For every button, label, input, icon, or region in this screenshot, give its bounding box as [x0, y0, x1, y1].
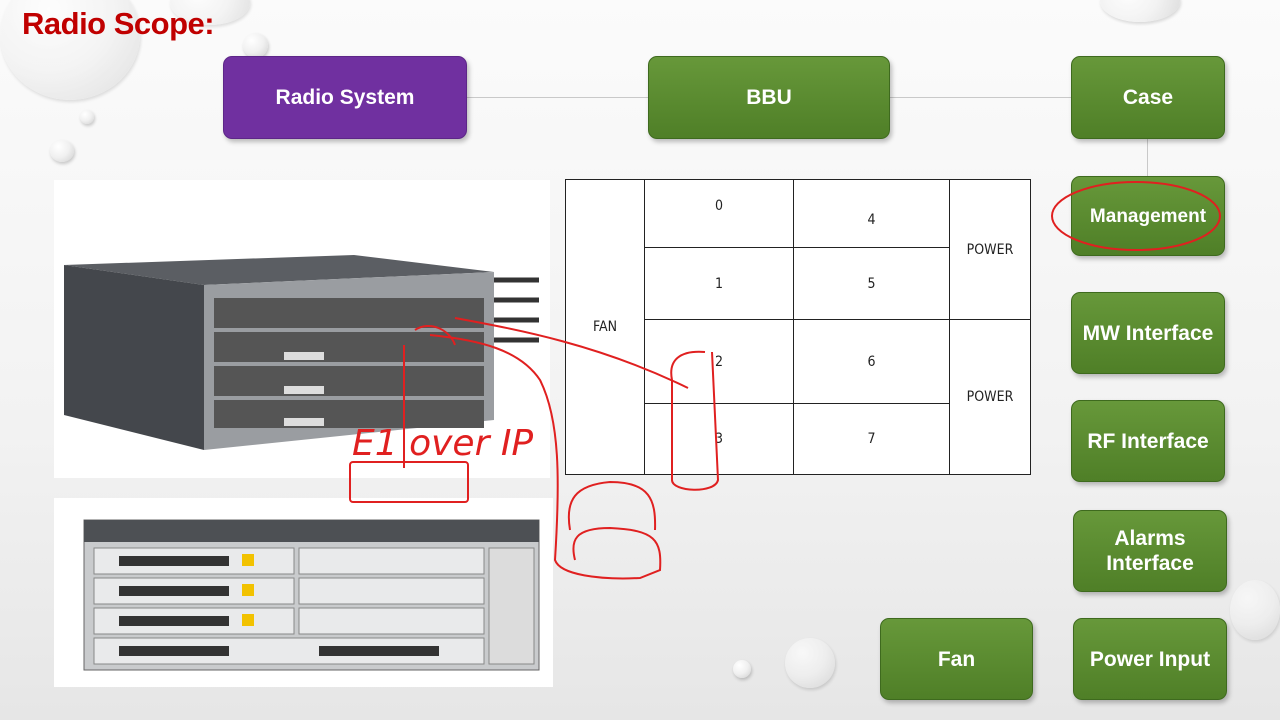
slot-3: 3 [644, 403, 794, 475]
water-drop-decoration [733, 660, 751, 678]
water-drop-decoration [243, 33, 268, 58]
connector-line [1147, 137, 1148, 177]
slot-2: 2 [644, 319, 794, 404]
power-cell-top: POWER [949, 179, 1031, 320]
slide-title: Radio Scope: [22, 6, 215, 41]
bbu-slot-table: FAN 0 1 2 3 4 5 6 7 POWER POWER [565, 179, 1031, 475]
case-node: Case [1071, 56, 1225, 139]
water-drop-decoration [80, 110, 94, 124]
bbu-front-panel-photo [54, 498, 553, 687]
water-drop-decoration [50, 140, 74, 162]
bbu-node: BBU [648, 56, 890, 139]
slot-4: 4 [793, 179, 950, 248]
power-cell-bottom: POWER [949, 319, 1031, 475]
slot-7: 7 [793, 403, 950, 475]
management-node: Management [1071, 176, 1225, 256]
slot-0: 0 [644, 179, 794, 248]
rf-interface-node: RF Interface [1071, 400, 1225, 482]
connector-line [465, 97, 648, 98]
water-drop-decoration [1230, 580, 1280, 640]
fan-cell: FAN [565, 179, 645, 475]
slot-6: 6 [793, 319, 950, 404]
bbu-chassis-photo [54, 180, 550, 478]
fan-node: Fan [880, 618, 1033, 700]
connector-line [888, 97, 1071, 98]
slot-5: 5 [793, 247, 950, 320]
mw-interface-node: MW Interface [1071, 292, 1225, 374]
alarms-interface-node: Alarms Interface [1073, 510, 1227, 592]
water-drop-decoration [1100, 0, 1180, 22]
radio-system-node: Radio System [223, 56, 467, 139]
slot-1: 1 [644, 247, 794, 320]
water-drop-decoration [785, 638, 835, 688]
power-input-node: Power Input [1073, 618, 1227, 700]
